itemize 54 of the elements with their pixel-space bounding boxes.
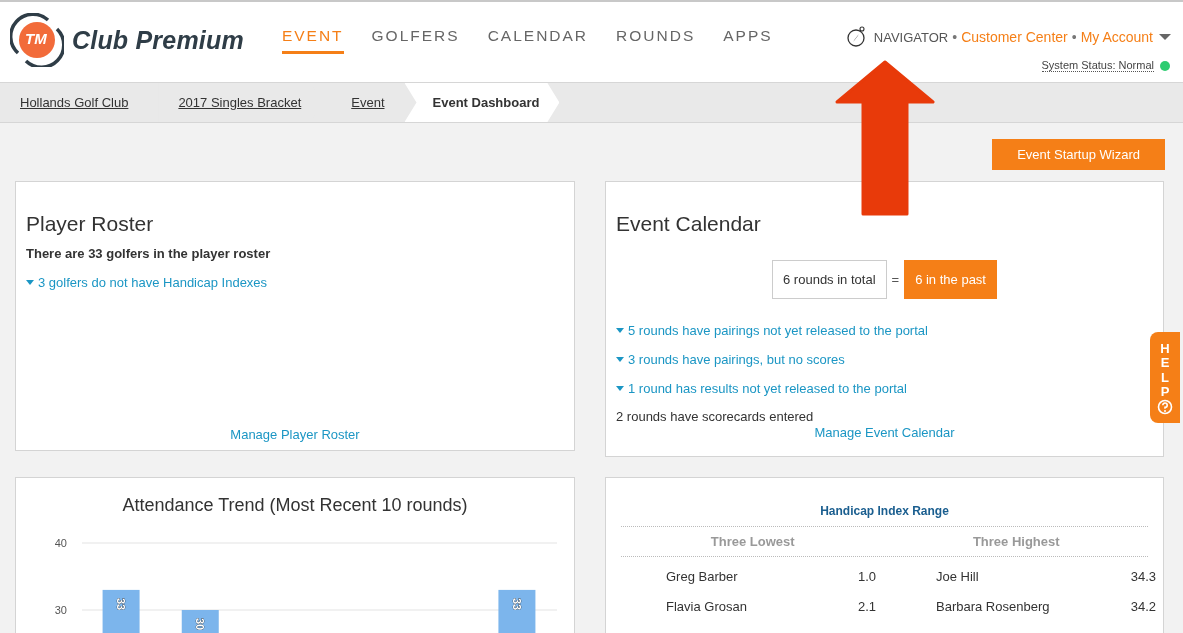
table-cell-text: 34.2 <box>1129 599 1156 614</box>
nav-tab[interactable]: CALENDAR <box>487 27 589 54</box>
logo-icon <box>10 13 64 67</box>
total-rounds-box: 6 rounds in total <box>772 260 887 299</box>
equals-sign: = <box>891 272 900 287</box>
caret-icon <box>1159 34 1171 40</box>
caret-icon <box>616 328 624 333</box>
past-rounds-box: 6 in the past <box>904 260 997 299</box>
table-cell-text: Barbara Rosenberg <box>936 599 1051 614</box>
help-label: HELP <box>1159 342 1171 400</box>
caret-icon <box>26 280 34 285</box>
bar <box>102 589 140 633</box>
roster-summary: There are 33 golfers in the player roster <box>26 246 272 261</box>
panel-title: Event Calendar <box>616 212 762 236</box>
logo-text: Club Premium <box>72 25 244 55</box>
compass-icon <box>846 26 867 48</box>
bar <box>181 610 219 633</box>
table-title: Handicap Index Range <box>621 504 1148 527</box>
expand-link[interactable]: 3 rounds have pairings, but no scores <box>628 352 845 367</box>
bar-value-label: 33 <box>510 597 523 611</box>
help-icon <box>1157 399 1173 416</box>
chart-title: Attendance Trend (Most Recent 10 rounds) <box>121 495 469 516</box>
table-cell-text: Flavia Grosan <box>666 599 748 614</box>
logo[interactable]: TM Club Premium <box>10 13 244 67</box>
caret-icon <box>616 386 624 391</box>
expand-link[interactable]: 1 round has results not yet released to the portal <box>628 381 907 396</box>
expand-link[interactable]: 3 golfers do not have Handicap Indexes <box>38 275 268 290</box>
table-cell-text: 1.0 <box>856 569 876 584</box>
logo-badge-text: TM <box>25 30 47 47</box>
separator-dot: • <box>952 29 958 45</box>
caret-icon <box>616 357 624 362</box>
separator-dot: • <box>1071 29 1077 45</box>
navigator-link[interactable]: NAVIGATOR <box>873 29 949 45</box>
column-header: Three Highest <box>971 533 1061 551</box>
column-header: Three Lowest <box>709 533 796 551</box>
axis-tick-label: 40 <box>54 537 67 549</box>
nav-tab[interactable]: GOLFERS <box>371 27 460 54</box>
table-cell-text: 34.3 <box>1129 569 1156 584</box>
panel-title: Player Roster <box>26 212 155 236</box>
table-cell-text: Joe Hill <box>936 569 980 584</box>
manage-roster-link[interactable]: Manage Player Roster <box>230 427 360 442</box>
nav-tab[interactable]: APPS <box>723 27 773 54</box>
axis-tick-label: 30 <box>54 604 67 616</box>
bar-value-label: 33 <box>115 597 128 611</box>
scorecards-note: 2 rounds have scorecards entered <box>616 409 815 424</box>
expand-link[interactable]: 5 rounds have pairings not yet released to the portal <box>628 323 928 338</box>
bar <box>498 589 536 633</box>
table-cell-text: 2.1 <box>856 599 876 614</box>
bar-value-label: 30 <box>194 618 207 631</box>
manage-calendar-link[interactable]: Manage Event Calendar <box>814 425 955 440</box>
table-cell-text: Greg Barber <box>666 569 739 584</box>
breadcrumb[interactable]: Event Dashboard <box>404 83 560 122</box>
system-status-link[interactable]: System Status: Normal <box>1041 59 1154 72</box>
nav-tab[interactable]: ROUNDS <box>616 27 696 54</box>
